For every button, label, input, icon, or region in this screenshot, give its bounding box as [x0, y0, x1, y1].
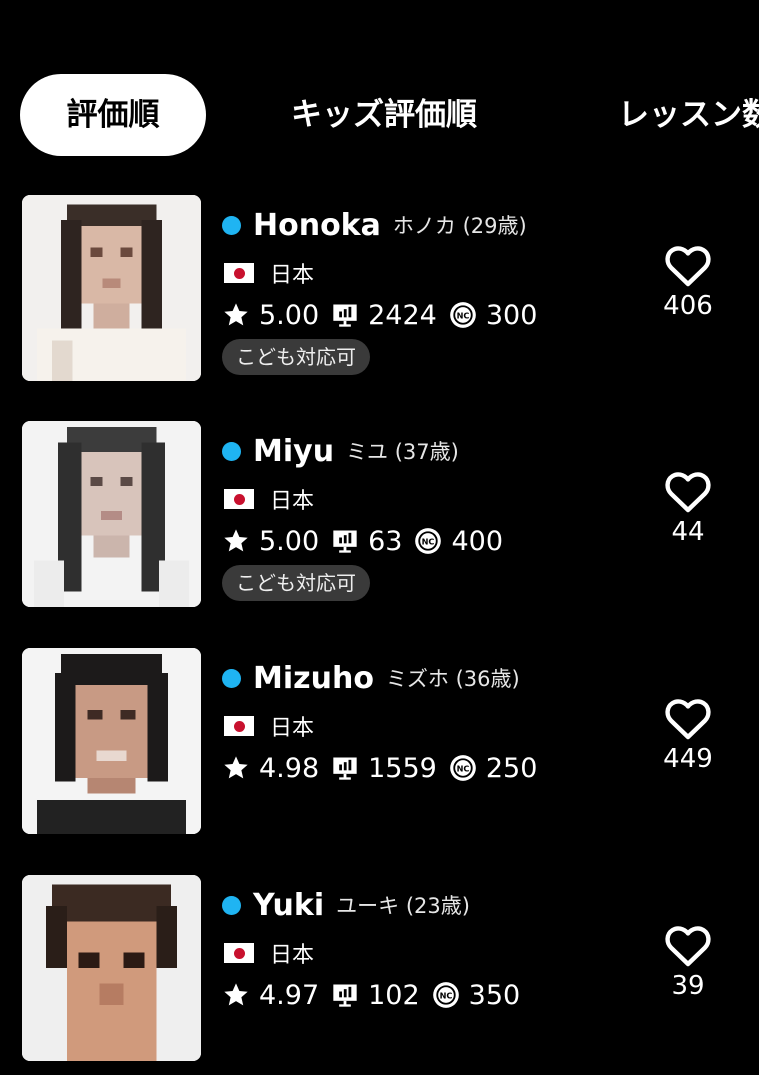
coin-price: 250	[485, 752, 538, 784]
name-row: Yuki ユーキ (23歳)	[222, 885, 470, 925]
svg-text:NC: NC	[456, 310, 469, 320]
online-status-icon	[222, 215, 241, 235]
teacher-card[interactable]: Yuki ユーキ (23歳) 日本 4.97 102 NC 350 39	[0, 875, 759, 1075]
teacher-kana-age: ホノカ (29歳)	[392, 214, 527, 238]
avatar[interactable]	[22, 648, 201, 834]
heart-outline-icon	[665, 246, 711, 287]
teacher-card[interactable]: Honoka ホノカ (29歳) 日本 5.00 2424 NC 300 こども…	[0, 195, 759, 395]
country-label: 日本	[270, 489, 315, 514]
coin-price: 400	[451, 525, 504, 557]
favorite-button[interactable]: 406	[648, 243, 728, 321]
teacher-card[interactable]: Mizuho ミズホ (36歳) 日本 4.98 1559 NC 250 449	[0, 648, 759, 848]
nc-coin-icon: NC	[415, 528, 442, 554]
coin-price: 300	[485, 299, 538, 331]
lesson-count: 1559	[368, 752, 437, 784]
tab-rating-order[interactable]: 評価順	[20, 74, 206, 156]
name-row: Honoka ホノカ (29歳)	[222, 205, 527, 245]
teacher-name: Miyu	[253, 433, 335, 469]
online-status-icon	[222, 441, 241, 461]
stats-row: 4.97 102 NC 350	[222, 975, 532, 1015]
country-row: 日本	[224, 937, 314, 969]
lesson-board-icon	[333, 304, 357, 327]
teacher-kana-age: ユーキ (23歳)	[336, 894, 470, 918]
heart-outline-icon	[665, 699, 711, 740]
favorite-count: 44	[671, 517, 705, 547]
stats-row: 4.98 1559 NC 250	[222, 748, 549, 788]
rating-value: 5.00	[259, 299, 320, 331]
japan-flag-icon	[224, 489, 254, 509]
lesson-count: 102	[368, 979, 420, 1011]
nc-coin-icon: NC	[450, 755, 476, 781]
favorite-button[interactable]: 44	[648, 469, 728, 547]
name-row: Miyu ミユ (37歳)	[222, 431, 459, 471]
country-row: 日本	[224, 710, 314, 742]
teacher-card[interactable]: Miyu ミユ (37歳) 日本 5.00 63 NC 400 こども対応可 4…	[0, 421, 759, 621]
lesson-board-icon	[333, 530, 357, 553]
country-label: 日本	[270, 263, 315, 288]
teacher-kana-age: ミズホ (36歳)	[385, 667, 520, 691]
star-icon	[224, 529, 248, 552]
nc-coin-icon: NC	[450, 302, 476, 328]
country-row: 日本	[224, 483, 314, 515]
kids-ok-badge: こども対応可	[222, 339, 370, 375]
teacher-kana-age: ミユ (37歳)	[346, 440, 459, 464]
star-icon	[224, 303, 248, 326]
favorite-count: 449	[663, 744, 713, 774]
teacher-name: Mizuho	[253, 660, 374, 696]
sort-tabs: 評価順 キッズ評価順 レッスン数	[0, 74, 759, 156]
favorite-button[interactable]: 449	[648, 696, 728, 774]
lesson-board-icon	[333, 757, 357, 780]
svg-text:NC: NC	[456, 763, 469, 773]
star-icon	[224, 756, 248, 779]
favorite-count: 39	[671, 971, 705, 1001]
country-label: 日本	[270, 943, 315, 968]
online-status-icon	[222, 668, 241, 688]
lesson-count: 63	[368, 525, 403, 557]
teacher-name: Honoka	[253, 207, 381, 243]
rating-value: 5.00	[259, 525, 320, 557]
online-status-icon	[222, 895, 241, 915]
svg-text:NC: NC	[439, 990, 452, 1000]
svg-text:NC: NC	[422, 536, 435, 546]
tab-lesson-count[interactable]: レッスン数	[618, 74, 759, 156]
tab-kids-rating-order[interactable]: キッズ評価順	[291, 74, 477, 156]
lesson-board-icon	[333, 984, 357, 1007]
country-row: 日本	[224, 257, 314, 289]
avatar[interactable]	[22, 875, 201, 1061]
teacher-name: Yuki	[253, 887, 325, 923]
lesson-count: 2424	[368, 299, 437, 331]
japan-flag-icon	[224, 943, 254, 963]
rating-value: 4.97	[259, 979, 320, 1011]
country-label: 日本	[270, 716, 315, 741]
coin-price: 350	[468, 979, 521, 1011]
nc-coin-icon: NC	[432, 982, 459, 1008]
stats-row: 5.00 2424 NC 300	[222, 295, 549, 335]
avatar[interactable]	[22, 195, 201, 381]
japan-flag-icon	[224, 716, 254, 736]
favorite-count: 406	[663, 291, 713, 321]
favorite-button[interactable]: 39	[648, 923, 728, 1001]
heart-outline-icon	[665, 926, 711, 967]
rating-value: 4.98	[259, 752, 320, 784]
star-icon	[224, 983, 248, 1006]
kids-ok-badge: こども対応可	[222, 565, 370, 601]
name-row: Mizuho ミズホ (36歳)	[222, 658, 520, 698]
japan-flag-icon	[224, 263, 254, 283]
heart-outline-icon	[665, 472, 711, 513]
avatar[interactable]	[22, 421, 201, 607]
stats-row: 5.00 63 NC 400	[222, 521, 515, 561]
